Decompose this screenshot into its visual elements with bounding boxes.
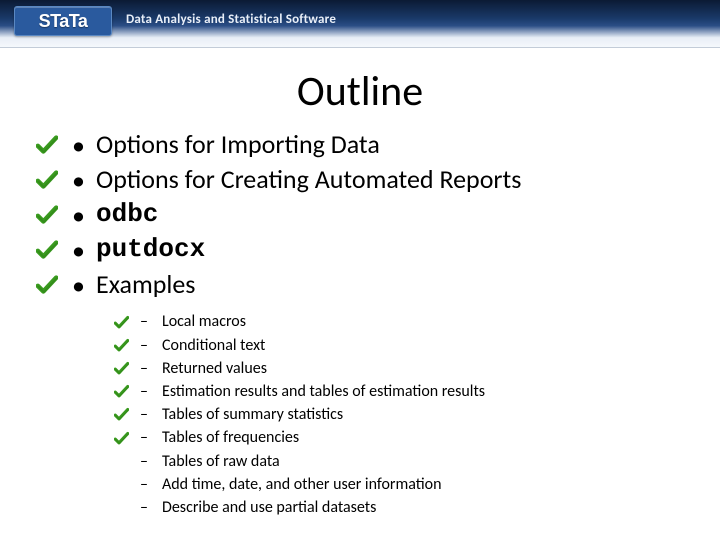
sub-item: –Returned values [114, 357, 684, 380]
dash-icon: – [140, 450, 154, 473]
check-icon [114, 361, 132, 376]
main-item-label: putdocx [96, 232, 205, 267]
dash-icon: – [140, 403, 154, 426]
sub-item: –Conditional text [114, 334, 684, 357]
dash-icon: – [140, 473, 154, 496]
stata-logo: STaTa [14, 6, 112, 36]
sub-item: –Tables of frequencies [114, 426, 684, 449]
check-icon [114, 315, 132, 330]
sub-item: –Local macros [114, 310, 684, 333]
bullet-icon: • [72, 202, 86, 228]
sub-item-label: Tables of frequencies [162, 426, 299, 449]
sub-item: –Tables of summary statistics [114, 403, 684, 426]
dash-icon: – [140, 496, 154, 519]
main-item-label: odbc [96, 197, 158, 232]
sub-list: –Local macros–Conditional text–Returned … [114, 310, 684, 519]
main-item: • Examples [36, 267, 684, 302]
bullet-icon: • [72, 237, 86, 263]
sub-item-label: Conditional text [162, 334, 265, 357]
sub-item: –Estimation results and tables of estima… [114, 380, 684, 403]
sub-item-label: Describe and use partial datasets [162, 496, 376, 519]
check-icon [36, 239, 62, 261]
check-icon [36, 169, 62, 191]
slide-title: Outline [36, 66, 684, 117]
check-icon [114, 384, 132, 399]
bullet-icon: • [72, 272, 86, 298]
check-icon [36, 204, 62, 226]
sub-item-label: Tables of raw data [162, 450, 280, 473]
main-item-label: Options for Creating Automated Reports [96, 162, 521, 197]
check-icon [36, 274, 62, 296]
tagline: Data Analysis and Statistical Software [126, 12, 336, 27]
main-item-label: Options for Importing Data [96, 127, 380, 162]
main-item: • Options for Importing Data [36, 127, 684, 162]
check-icon [114, 431, 132, 446]
logo-text: STaTa [39, 11, 88, 32]
main-item: • odbc [36, 197, 684, 232]
bullet-icon: • [72, 132, 86, 158]
slide-content: Outline • Options for Importing Data • Opti… [0, 48, 720, 519]
sub-item: –Tables of raw data [114, 450, 684, 473]
sub-item: –Describe and use partial datasets [114, 496, 684, 519]
main-list: • Options for Importing Data • Options for … [36, 127, 684, 302]
sub-item-label: Local macros [162, 310, 246, 333]
main-item: • Options for Creating Automated Reports [36, 162, 684, 197]
main-item-label: Examples [96, 267, 195, 302]
sub-item-label: Add time, date, and other user informati… [162, 473, 442, 496]
app-header: STaTa Data Analysis and Statistical Soft… [0, 0, 720, 48]
check-icon [114, 407, 132, 422]
sub-item-label: Tables of summary statistics [162, 403, 343, 426]
dash-icon: – [140, 380, 154, 403]
dash-icon: – [140, 357, 154, 380]
check-icon [114, 338, 132, 353]
bullet-icon: • [72, 167, 86, 193]
dash-icon: – [140, 310, 154, 333]
sub-item: –Add time, date, and other user informat… [114, 473, 684, 496]
sub-item-label: Estimation results and tables of estimat… [162, 380, 485, 403]
sub-item-label: Returned values [162, 357, 267, 380]
main-item: • putdocx [36, 232, 684, 267]
dash-icon: – [140, 334, 154, 357]
check-icon [36, 134, 62, 156]
dash-icon: – [140, 426, 154, 449]
